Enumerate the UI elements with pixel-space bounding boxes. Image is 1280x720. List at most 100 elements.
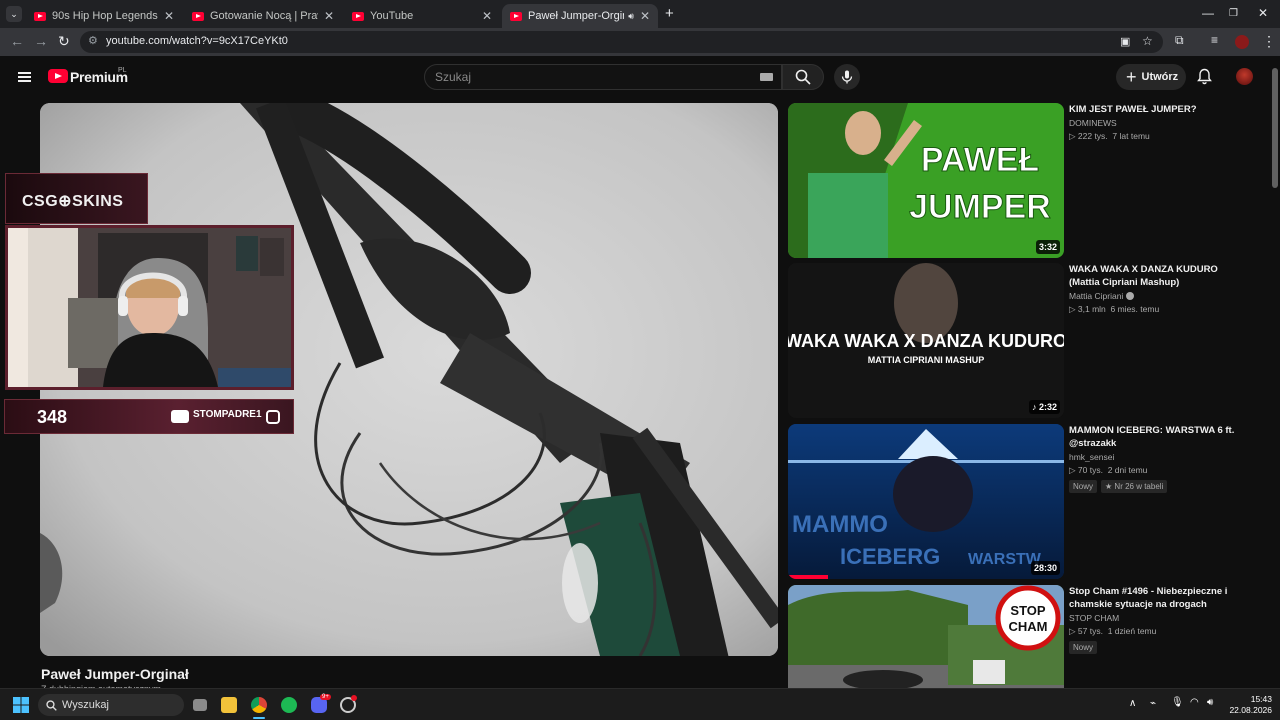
channel-name-text: Mattia Cipriani [1069, 291, 1124, 301]
video-meta: Stop Cham #1496 - Niebezpieczne i chamsk… [1069, 585, 1249, 654]
webcam-feed [8, 228, 291, 387]
svg-text:WAKA WAKA X DANZA KUDURO: WAKA WAKA X DANZA KUDURO [788, 331, 1064, 351]
tab-title: Gotowanie Nocą | Prawdziwy W [210, 10, 318, 22]
new-tab-button[interactable]: + [665, 5, 674, 22]
new-badge: Nowy [1069, 480, 1098, 493]
microphone-icon[interactable]: 🎙︎ [1171, 697, 1184, 708]
channel-name[interactable]: hmk_sensei [1069, 452, 1249, 462]
tab-search-button[interactable]: ⌄ [6, 6, 22, 22]
recommendation-title[interactable]: Stop Cham #1496 - Niebezpieczne i chamsk… [1069, 585, 1249, 611]
forward-icon[interactable]: → [34, 33, 48, 49]
video-thumbnail[interactable]: MAMMO ICEBERG WARSTW 28:30 [788, 424, 1064, 579]
recommendation-item[interactable]: MAMMO ICEBERG WARSTW 28:30 MAMMON ICEBER… [788, 424, 1258, 579]
scrollbar-thumb[interactable] [1272, 68, 1278, 188]
menu-hamburger-icon[interactable] [18, 72, 31, 82]
site-info-icon[interactable]: ⚙︎ [88, 34, 98, 47]
cast-icon[interactable]: ▣ [1120, 35, 1130, 48]
youtube-favicon-icon [510, 11, 522, 21]
video-thumbnail[interactable]: PAWEŁ JUMPER 3:32 [788, 103, 1064, 258]
youtube-logo-icon[interactable] [48, 69, 68, 83]
address-bar[interactable]: ⚙︎ youtube.com/watch?v=9cX17CeYKt0 ▣ ☆ [80, 31, 1163, 53]
system-clock[interactable]: 15:43 22.08.2026 [1228, 694, 1272, 716]
recommendation-title[interactable]: KIM JEST PAWEŁ JUMPER? [1069, 103, 1249, 116]
bookmark-star-icon[interactable]: ☆ [1142, 34, 1153, 48]
recommendation-title[interactable]: WAKA WAKA X DANZA KUDURO (Mattia Ciprian… [1069, 263, 1249, 289]
extensions-icon[interactable]: ⧉ [1175, 33, 1184, 48]
windows-start-icon[interactable] [13, 697, 29, 713]
task-view-icon[interactable] [193, 699, 207, 711]
taskbar-search-box[interactable]: Wyszukaj [38, 694, 184, 716]
channel-name[interactable]: Mattia Cipriani [1069, 291, 1249, 301]
viewer-count: 348 [37, 407, 68, 427]
account-avatar[interactable] [1236, 68, 1253, 85]
tab-close-icon[interactable]: ✕ [164, 9, 174, 23]
thumbnail-image: MAMMO ICEBERG WARSTW [788, 424, 1064, 579]
recommendation-item[interactable]: STOP CHAM Stop Cham #1496 - Niebezpieczn… [788, 585, 1258, 688]
tray-chevron-icon[interactable]: ∧ [1129, 698, 1136, 709]
plus-icon: + [1126, 67, 1137, 87]
youtube-favicon-icon [352, 11, 364, 21]
upload-age: 7 lat temu [1112, 131, 1150, 141]
tab-audio-icon[interactable]: 🔊︎ [628, 11, 634, 22]
video-meta: KIM JEST PAWEŁ JUMPER? DOMINEWS ▷ 222 ty… [1069, 103, 1249, 142]
page-scrollbar[interactable] [1270, 56, 1280, 688]
svg-text:JUMPER: JUMPER [909, 188, 1051, 226]
volume-icon[interactable]: 🔊︎ [1207, 697, 1213, 708]
youtube-header: Premium PL + Utwórz [0, 56, 1270, 98]
tab-close-icon[interactable]: ✕ [640, 9, 650, 23]
svg-text:PAWEŁ: PAWEŁ [921, 141, 1039, 179]
thumbnail-image: STOP CHAM [788, 585, 1064, 688]
browser-tab[interactable]: Gotowanie Nocą | Prawdziwy W ✕ [184, 4, 342, 28]
channel-name[interactable]: STOP CHAM [1069, 613, 1249, 623]
trending-badge-text: Nr 26 w tabeli [1114, 482, 1164, 491]
chrome-menu-icon[interactable]: ⋮ [1262, 33, 1276, 50]
wifi-icon[interactable]: ◠ [1190, 697, 1199, 708]
network-icon[interactable]: ⌁ [1150, 698, 1156, 709]
channel-name[interactable]: DOMINEWS [1069, 118, 1249, 128]
chrome-icon[interactable] [251, 697, 267, 713]
search-button[interactable] [782, 64, 824, 90]
youtube-favicon-icon [34, 11, 46, 21]
play-icon: ▷ [1069, 626, 1078, 636]
recommendation-item[interactable]: WAKA WAKA X DANZA KUDURO MATTIA CIPRIANI… [788, 263, 1258, 418]
microphone-icon [841, 70, 853, 84]
video-thumbnail[interactable]: STOP CHAM [788, 585, 1064, 688]
recommendation-title[interactable]: MAMMON ICEBERG: WARSTWA 6 ft. @strazakk [1069, 424, 1249, 450]
search-input[interactable] [435, 70, 755, 84]
sponsor-banner: CSG⊕SKINS [5, 173, 148, 224]
svg-text:MATTIA CIPRIANI MASHUP: MATTIA CIPRIANI MASHUP [868, 355, 985, 365]
recommendation-item[interactable]: PAWEŁ JUMPER 3:32 KIM JEST PAWEŁ JUMPER?… [788, 103, 1258, 258]
active-app-indicator [253, 717, 265, 719]
close-window-icon[interactable]: ✕ [1258, 6, 1268, 20]
duration-badge: 28:30 [1030, 561, 1060, 575]
clock-date: 22.08.2026 [1229, 705, 1272, 715]
file-explorer-icon[interactable] [221, 697, 237, 713]
region-label: PL [118, 67, 127, 74]
webcam-overlay [5, 225, 294, 390]
channel-handle: STOMPADRE1 [193, 409, 262, 420]
browser-tab-active[interactable]: Paweł Jumper-Orginał - You 🔊︎ ✕ [502, 4, 658, 28]
tab-title: Paweł Jumper-Orginał - You [528, 10, 624, 22]
video-stats: ▷ 222 tys. 7 lat temu [1069, 131, 1249, 142]
video-meta: WAKA WAKA X DANZA KUDURO (Mattia Ciprian… [1069, 263, 1249, 315]
verified-icon [1126, 292, 1135, 300]
voice-search-button[interactable] [834, 64, 860, 90]
video-thumbnail[interactable]: WAKA WAKA X DANZA KUDURO MATTIA CIPRIANI… [788, 263, 1064, 418]
profile-avatar[interactable] [1235, 35, 1249, 49]
tab-close-icon[interactable]: ✕ [482, 9, 492, 23]
tab-close-icon[interactable]: ✕ [324, 9, 334, 23]
minimize-icon[interactable]: — [1202, 6, 1214, 20]
browser-tab[interactable]: 90s Hip Hop Legends – 2Pac,Em ✕ [26, 4, 182, 28]
create-button[interactable]: + Utwórz [1116, 64, 1186, 90]
maximize-icon[interactable]: ❐ [1229, 8, 1238, 19]
reload-icon[interactable]: ↻ [58, 33, 70, 50]
instagram-icon [266, 410, 280, 424]
keyboard-icon[interactable] [760, 73, 773, 81]
media-control-icon[interactable]: ≡ [1211, 33, 1218, 47]
browser-tab[interactable]: YouTube ✕ [344, 4, 500, 28]
back-icon[interactable]: ← [10, 33, 24, 49]
search-icon [795, 69, 811, 85]
video-meta: MAMMON ICEBERG: WARSTWA 6 ft. @strazakk … [1069, 424, 1249, 493]
spotify-icon[interactable] [281, 697, 297, 713]
notifications-bell-icon[interactable] [1197, 68, 1212, 85]
